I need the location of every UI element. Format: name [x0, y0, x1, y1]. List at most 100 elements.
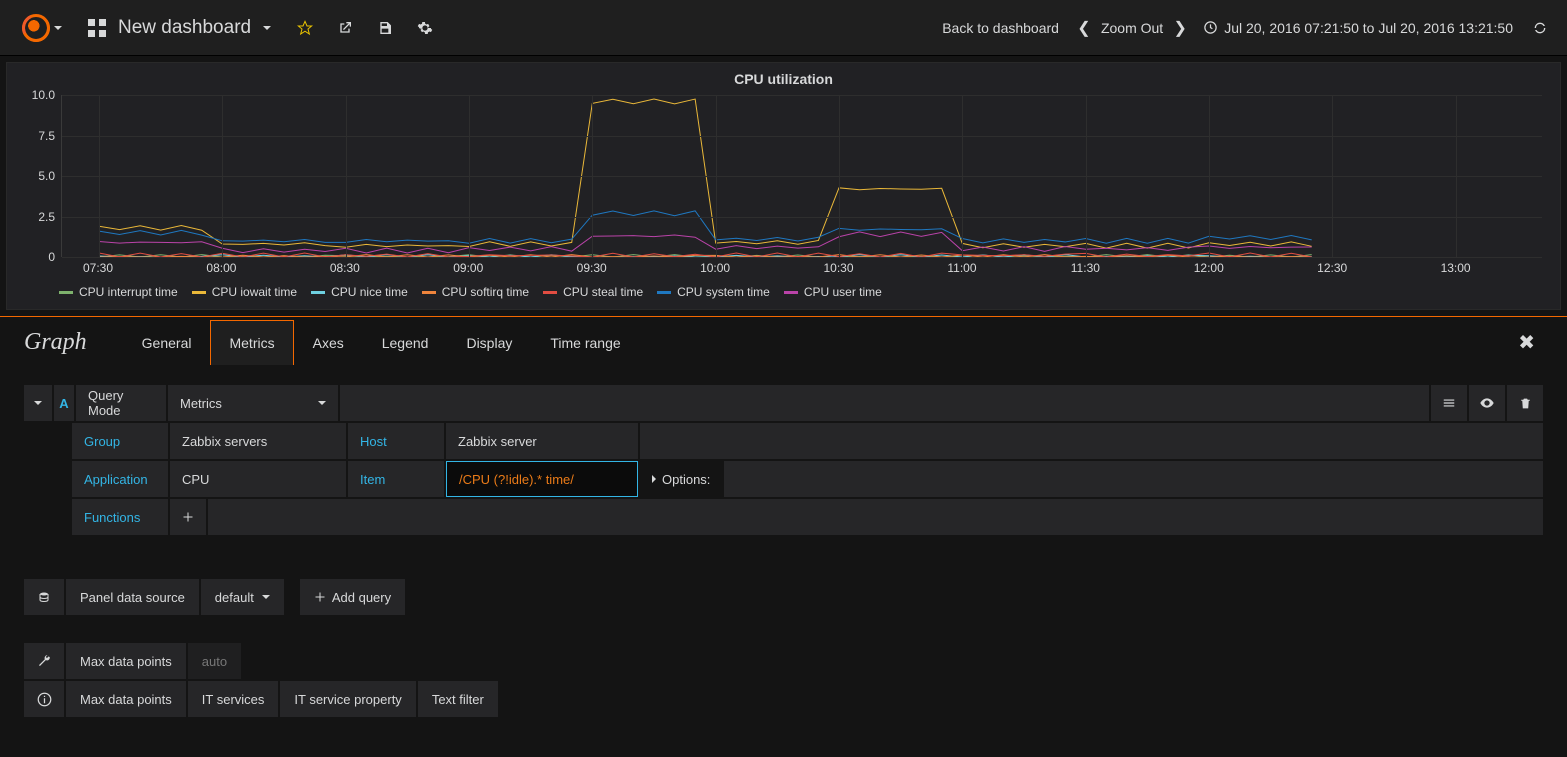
add-function-button[interactable] [170, 499, 206, 535]
wrench-icon [37, 654, 51, 668]
legend-label: CPU user time [804, 285, 882, 299]
tab-time-range[interactable]: Time range [531, 320, 639, 365]
top-nav: New dashboard Back to dashboard ❮ Zoom O… [0, 0, 1567, 56]
query-letter: A [54, 385, 74, 421]
zoom-out-button[interactable]: Zoom Out [1097, 20, 1167, 36]
tab-general[interactable]: General [123, 320, 211, 365]
save-dashboard-button[interactable] [365, 0, 405, 56]
chevron-right-icon [652, 475, 656, 483]
legend-item[interactable]: CPU system time [657, 285, 770, 299]
star-dashboard-button[interactable] [285, 0, 325, 56]
max-data-points-label: Max data points [66, 643, 186, 679]
datasource-icon-button[interactable] [24, 579, 64, 615]
row-spacer [640, 423, 1543, 459]
legend-label: CPU nice time [331, 285, 408, 299]
legend-swatch [59, 291, 73, 294]
legend-label: CPU system time [677, 285, 770, 299]
options-toggle[interactable]: Options: [640, 461, 722, 497]
footer-cell[interactable]: IT service property [280, 681, 415, 717]
add-query-button[interactable]: Add query [300, 579, 405, 615]
max-data-points-value[interactable]: auto [188, 643, 241, 679]
grafana-logo-icon [22, 14, 50, 42]
dashboard-grid-icon [88, 19, 106, 37]
time-range-back-button[interactable]: ❮ [1071, 18, 1097, 38]
graph-panel: CPU utilization 02.55.07.510.0 07:3008:0… [6, 62, 1561, 310]
legend-swatch [784, 291, 798, 294]
chevron-down-icon [54, 26, 62, 30]
query-toggle-visibility-button[interactable] [1469, 385, 1505, 421]
chevron-down-icon [263, 26, 271, 30]
application-select[interactable]: CPU [170, 461, 346, 497]
tab-display[interactable]: Display [447, 320, 531, 365]
time-range-forward-button[interactable]: ❯ [1167, 18, 1193, 38]
row-spacer [724, 461, 1543, 497]
dashboard-title-picker[interactable]: New dashboard [74, 0, 285, 55]
refresh-icon [1532, 20, 1548, 36]
query-mode-select[interactable]: Metrics [168, 385, 338, 421]
plot-surface [61, 95, 1542, 257]
group-label: Group [72, 423, 168, 459]
legend-item[interactable]: CPU user time [784, 285, 882, 299]
footer-cell[interactable]: Text filter [418, 681, 498, 717]
query-menu-button[interactable] [1431, 385, 1467, 421]
row-spacer [208, 499, 1543, 535]
close-editor-button[interactable]: ✖ [1510, 330, 1543, 355]
legend-item[interactable]: CPU softirq time [422, 285, 529, 299]
query-mode-label: Query Mode [76, 385, 166, 421]
info-button[interactable] [24, 681, 64, 717]
trash-icon [1519, 397, 1532, 410]
grafana-logo-menu[interactable] [10, 0, 74, 55]
legend-swatch [543, 291, 557, 294]
panel-data-source-label: Panel data source [66, 579, 199, 615]
share-dashboard-button[interactable] [325, 0, 365, 56]
application-label: Application [72, 461, 168, 497]
tab-axes[interactable]: Axes [294, 320, 363, 365]
datasource-select[interactable]: default [201, 579, 284, 615]
item-input[interactable]: /CPU (?!idle).* time/ [446, 461, 638, 497]
chart-plot-area[interactable]: 02.55.07.510.0 07:3008:0008:3009:0009:30… [25, 91, 1542, 281]
query-delete-button[interactable] [1507, 385, 1543, 421]
chevron-down-icon [262, 595, 270, 599]
functions-label: Functions [72, 499, 168, 535]
chart-legend: CPU interrupt time CPU iowait time CPU nic… [7, 281, 1560, 309]
back-to-dashboard-link[interactable]: Back to dashboard [930, 20, 1071, 36]
legend-swatch [657, 291, 671, 294]
tab-legend[interactable]: Legend [363, 320, 448, 365]
legend-item[interactable]: CPU interrupt time [59, 285, 178, 299]
footer-cell: Max data points [66, 681, 186, 717]
legend-swatch [192, 291, 206, 294]
time-range-text: Jul 20, 2016 07:21:50 to Jul 20, 2016 13… [1224, 20, 1513, 36]
save-icon [377, 20, 393, 36]
legend-label: CPU iowait time [212, 285, 297, 299]
legend-swatch [311, 291, 325, 294]
host-label: Host [348, 423, 444, 459]
legend-label: CPU softirq time [442, 285, 529, 299]
time-range-picker[interactable]: Jul 20, 2016 07:21:50 to Jul 20, 2016 13… [1193, 20, 1523, 36]
legend-item[interactable]: CPU nice time [311, 285, 408, 299]
eye-icon [1479, 395, 1495, 411]
clock-icon [1203, 20, 1218, 35]
hamburger-icon [1442, 396, 1456, 410]
query-collapse-toggle[interactable] [24, 385, 52, 421]
chevron-down-icon [318, 401, 326, 405]
database-icon [38, 591, 50, 603]
group-select[interactable]: Zabbix servers [170, 423, 346, 459]
plus-icon [182, 511, 194, 523]
legend-swatch [422, 291, 436, 294]
host-select[interactable]: Zabbix server [446, 423, 638, 459]
share-icon [337, 20, 353, 36]
item-label: Item [348, 461, 444, 497]
settings-button[interactable] [405, 0, 445, 56]
dashboard-title: New dashboard [118, 17, 251, 39]
footer-cell[interactable]: IT services [188, 681, 279, 717]
refresh-button[interactable] [1523, 20, 1557, 36]
legend-item[interactable]: CPU steal time [543, 285, 643, 299]
panel-title: CPU utilization [7, 63, 1560, 91]
editor-title: Graph [24, 329, 87, 356]
x-axis: 07:3008:0008:3009:0009:3010:0010:3011:00… [61, 261, 1542, 281]
tab-metrics[interactable]: Metrics [210, 320, 293, 365]
legend-item[interactable]: CPU iowait time [192, 285, 297, 299]
max-data-points-settings-button[interactable] [24, 643, 64, 679]
star-icon [297, 20, 313, 36]
y-axis: 02.55.07.510.0 [21, 95, 55, 257]
